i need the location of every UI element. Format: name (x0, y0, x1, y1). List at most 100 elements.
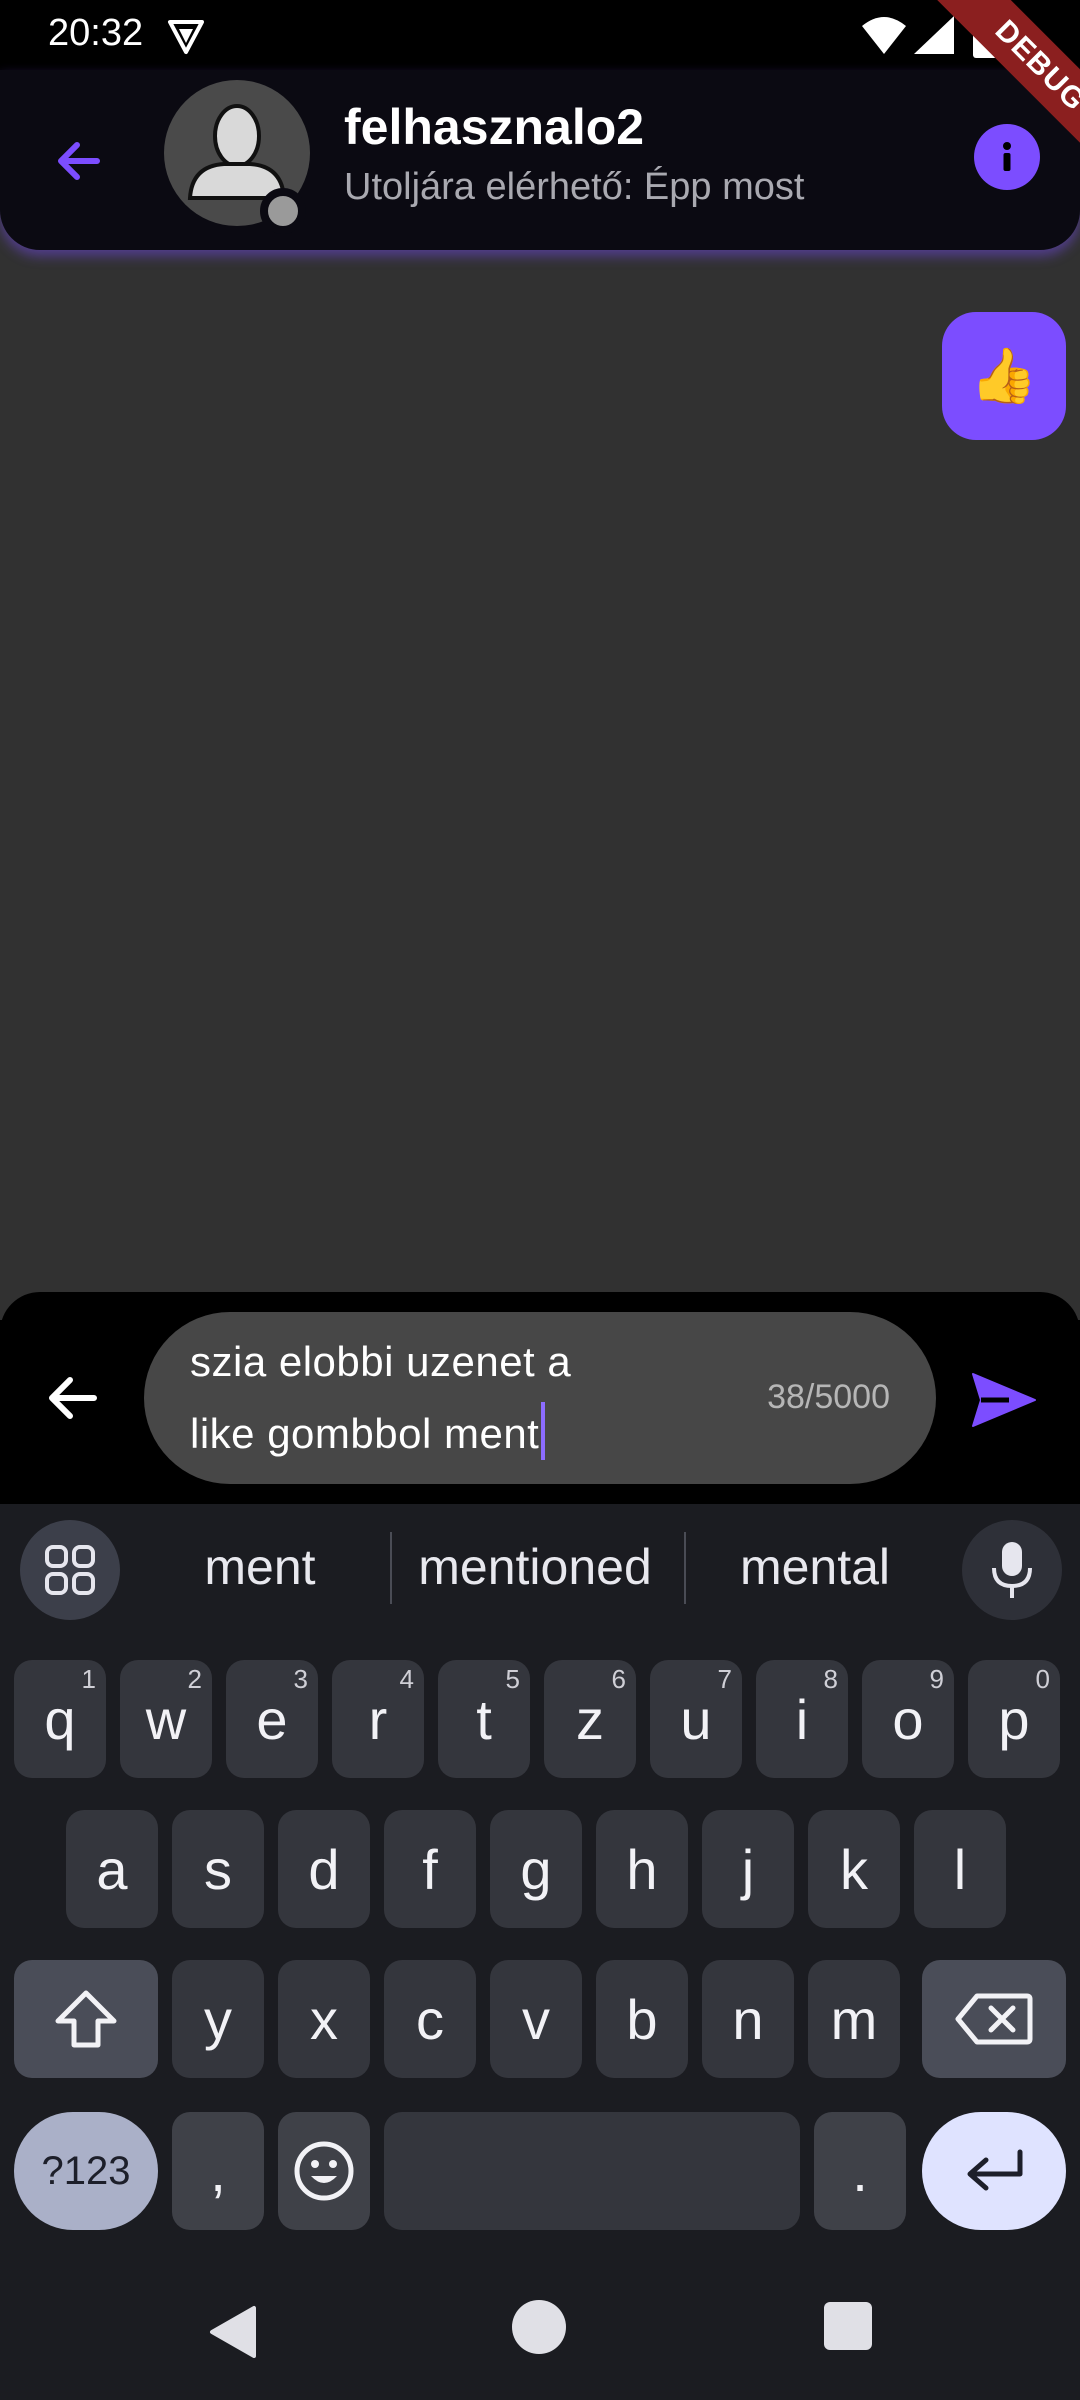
key-t[interactable]: t5 (438, 1660, 530, 1778)
key-h[interactable]: h (596, 1810, 688, 1928)
key-p[interactable]: p0 (968, 1660, 1060, 1778)
key-label: r (368, 1687, 388, 1751)
key-label: u (680, 1687, 712, 1751)
nav-home-button[interactable] (512, 2300, 566, 2354)
message-input-line-1: szia elobbi uzenet a (190, 1338, 572, 1385)
key-hint: 5 (505, 1664, 520, 1694)
key-label: p (998, 1687, 1030, 1751)
contact-last-seen: Utoljára elérhető: Épp most (344, 166, 805, 208)
emoji-icon (294, 2141, 354, 2201)
space-key[interactable] (384, 2112, 800, 2230)
key-q[interactable]: q1 (14, 1660, 106, 1778)
status-time: 20:32 (48, 12, 144, 54)
key-x[interactable]: x (278, 1960, 370, 2078)
suggestion-bar: ment mentioned mental (0, 1504, 1080, 1638)
vpn-icon (168, 20, 204, 54)
period-key[interactable]: . (814, 2112, 906, 2230)
suggestion-1[interactable]: ment (160, 1538, 360, 1596)
key-s[interactable]: s (172, 1810, 264, 1928)
key-w[interactable]: w2 (120, 1660, 212, 1778)
key-y[interactable]: y (172, 1960, 264, 2078)
enter-key[interactable] (922, 2112, 1066, 2230)
contact-name: felhasznalo2 (344, 99, 645, 155)
key-hint: 7 (717, 1664, 732, 1694)
grid-icon (45, 1545, 95, 1595)
send-button[interactable] (966, 1362, 1042, 1438)
info-button[interactable] (974, 124, 1040, 190)
key-hint: 1 (81, 1664, 96, 1694)
message-composer: szia elobbi uzenet a like gombbol ment 3… (0, 1292, 1080, 1504)
presence-indicator (260, 188, 306, 234)
composer-back-button[interactable] (38, 1364, 106, 1432)
symbols-key[interactable]: ?123 (14, 2112, 158, 2230)
key-r[interactable]: r4 (332, 1660, 424, 1778)
key-b[interactable]: b (596, 1960, 688, 2078)
key-z[interactable]: z6 (544, 1660, 636, 1778)
key-label: t (476, 1687, 492, 1751)
comma-key[interactable]: , (172, 2112, 264, 2230)
text-caret (541, 1402, 546, 1460)
system-navigation-bar (0, 2270, 1080, 2400)
chat-area[interactable]: 👍 (0, 180, 1080, 1320)
key-l[interactable]: l (914, 1810, 1006, 1928)
message-input-text: szia elobbi uzenet a like gombbol ment (190, 1326, 710, 1470)
key-hint: 3 (293, 1664, 308, 1694)
emoji-key[interactable] (278, 2112, 370, 2230)
suggestion-divider (390, 1532, 392, 1604)
suggestion-3[interactable]: mental (700, 1538, 930, 1596)
key-hint: 8 (823, 1664, 838, 1694)
key-label: e (256, 1687, 288, 1751)
key-label: i (795, 1687, 809, 1751)
key-hint: 4 (399, 1664, 414, 1694)
key-c[interactable]: c (384, 1960, 476, 2078)
shift-key[interactable] (14, 1960, 158, 2078)
keyboard-apps-button[interactable] (20, 1520, 120, 1620)
arrow-left-icon (49, 1377, 97, 1419)
key-u[interactable]: u7 (650, 1660, 742, 1778)
suggestion-divider (684, 1532, 686, 1604)
nav-recents-button[interactable] (824, 2302, 872, 2350)
arrow-left-icon (58, 142, 100, 180)
key-d[interactable]: d (278, 1810, 370, 1928)
key-label: q (44, 1687, 76, 1751)
nav-back-icon[interactable] (204, 2302, 264, 2362)
chat-header: felhasznalo2 Utoljára elérhető: Épp most (0, 70, 1080, 250)
back-button[interactable] (44, 126, 114, 196)
key-o[interactable]: o9 (862, 1660, 954, 1778)
key-k[interactable]: k (808, 1810, 900, 1928)
send-icon (972, 1373, 1036, 1427)
character-counter: 38/5000 (767, 1378, 890, 1416)
key-g[interactable]: g (490, 1810, 582, 1928)
microphone-icon (992, 1542, 1032, 1598)
message-input-line-2: like gombbol ment (190, 1410, 540, 1457)
key-n[interactable]: n (702, 1960, 794, 2078)
key-j[interactable]: j (702, 1810, 794, 1928)
key-f[interactable]: f (384, 1810, 476, 1928)
info-icon (1003, 142, 1011, 171)
wifi-icon (862, 17, 906, 54)
key-hint: 2 (187, 1664, 202, 1694)
key-m[interactable]: m (808, 1960, 900, 2078)
key-a[interactable]: a (66, 1810, 158, 1928)
voice-input-button[interactable] (962, 1520, 1062, 1620)
key-hint: 0 (1035, 1664, 1050, 1694)
key-i[interactable]: i8 (756, 1660, 848, 1778)
enter-icon (967, 2149, 1023, 2191)
message-input[interactable]: szia elobbi uzenet a like gombbol ment 3… (144, 1312, 936, 1484)
key-label: w (145, 1687, 187, 1751)
soft-keyboard: ment mentioned mental q1 w2 e3 r4 t5 z6 … (0, 1504, 1080, 2400)
shift-icon (55, 1990, 117, 2048)
status-bar: 20:32 (0, 0, 1080, 70)
message-bubble-like[interactable]: 👍 (942, 312, 1066, 440)
key-v[interactable]: v (490, 1960, 582, 2078)
backspace-key[interactable] (922, 1960, 1066, 2078)
signal-icon (914, 16, 954, 54)
key-label: z (576, 1687, 604, 1751)
battery-icon (973, 14, 997, 58)
backspace-icon (955, 1993, 1033, 2045)
suggestion-2[interactable]: mentioned (402, 1538, 668, 1596)
key-label: o (892, 1687, 924, 1751)
key-hint: 9 (929, 1664, 944, 1694)
key-hint: 6 (611, 1664, 626, 1694)
key-e[interactable]: e3 (226, 1660, 318, 1778)
